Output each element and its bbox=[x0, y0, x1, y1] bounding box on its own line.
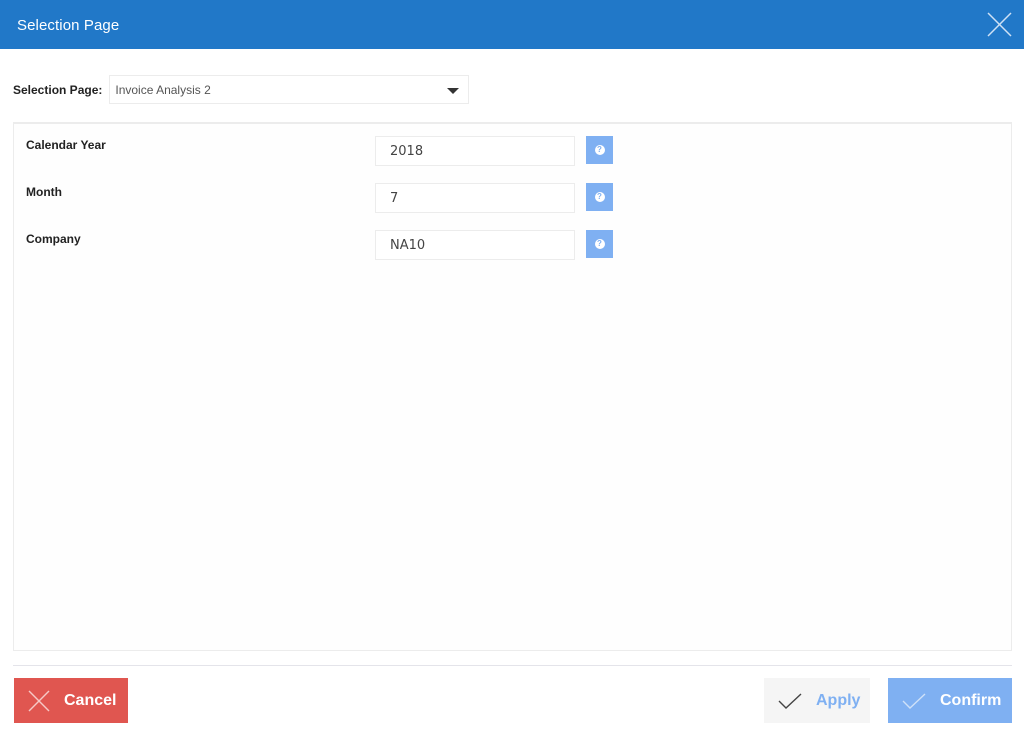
dialog-title: Selection Page bbox=[17, 17, 120, 34]
calendar-year-help-button[interactable]: ? bbox=[586, 136, 613, 164]
param-label: Month bbox=[26, 185, 62, 199]
confirm-button[interactable]: Confirm bbox=[888, 678, 1012, 723]
company-input[interactable]: NA10 bbox=[375, 230, 575, 260]
param-label: Calendar Year bbox=[26, 138, 106, 152]
check-icon bbox=[902, 692, 926, 709]
calendar-year-input[interactable]: 2018 bbox=[375, 136, 575, 166]
apply-label: Apply bbox=[816, 691, 861, 709]
apply-button[interactable]: Apply bbox=[764, 678, 870, 723]
footer-divider bbox=[13, 665, 1012, 666]
help-icon: ? bbox=[594, 145, 605, 155]
close-icon bbox=[987, 12, 1012, 37]
parameters-panel: Calendar Year 2018 ? Month 7 ? Company N… bbox=[13, 122, 1012, 651]
selection-page-row: Selection Page: Invoice Analysis 2 bbox=[13, 75, 470, 104]
param-row-calendar-year: Calendar Year 2018 ? bbox=[14, 136, 1011, 166]
dialog-titlebar: Selection Page bbox=[0, 0, 1024, 49]
cancel-label: Cancel bbox=[64, 691, 117, 709]
selection-page-dropdown[interactable]: Invoice Analysis 2 bbox=[109, 75, 470, 104]
selection-page-value: Invoice Analysis 2 bbox=[115, 82, 211, 97]
cancel-button[interactable]: Cancel bbox=[14, 678, 128, 723]
close-icon bbox=[28, 690, 50, 711]
close-button[interactable] bbox=[987, 12, 1012, 37]
param-label: Company bbox=[26, 232, 81, 246]
param-row-month: Month 7 ? bbox=[14, 183, 1011, 213]
company-help-button[interactable]: ? bbox=[586, 230, 613, 258]
month-help-button[interactable]: ? bbox=[586, 183, 613, 211]
check-icon bbox=[778, 692, 802, 709]
caret-down-icon bbox=[447, 88, 460, 94]
param-row-company: Company NA10 ? bbox=[14, 230, 1011, 260]
month-input[interactable]: 7 bbox=[375, 183, 575, 213]
selection-page-label: Selection Page: bbox=[13, 82, 103, 97]
help-icon: ? bbox=[594, 239, 605, 249]
help-icon: ? bbox=[594, 192, 605, 202]
confirm-label: Confirm bbox=[940, 691, 1002, 709]
